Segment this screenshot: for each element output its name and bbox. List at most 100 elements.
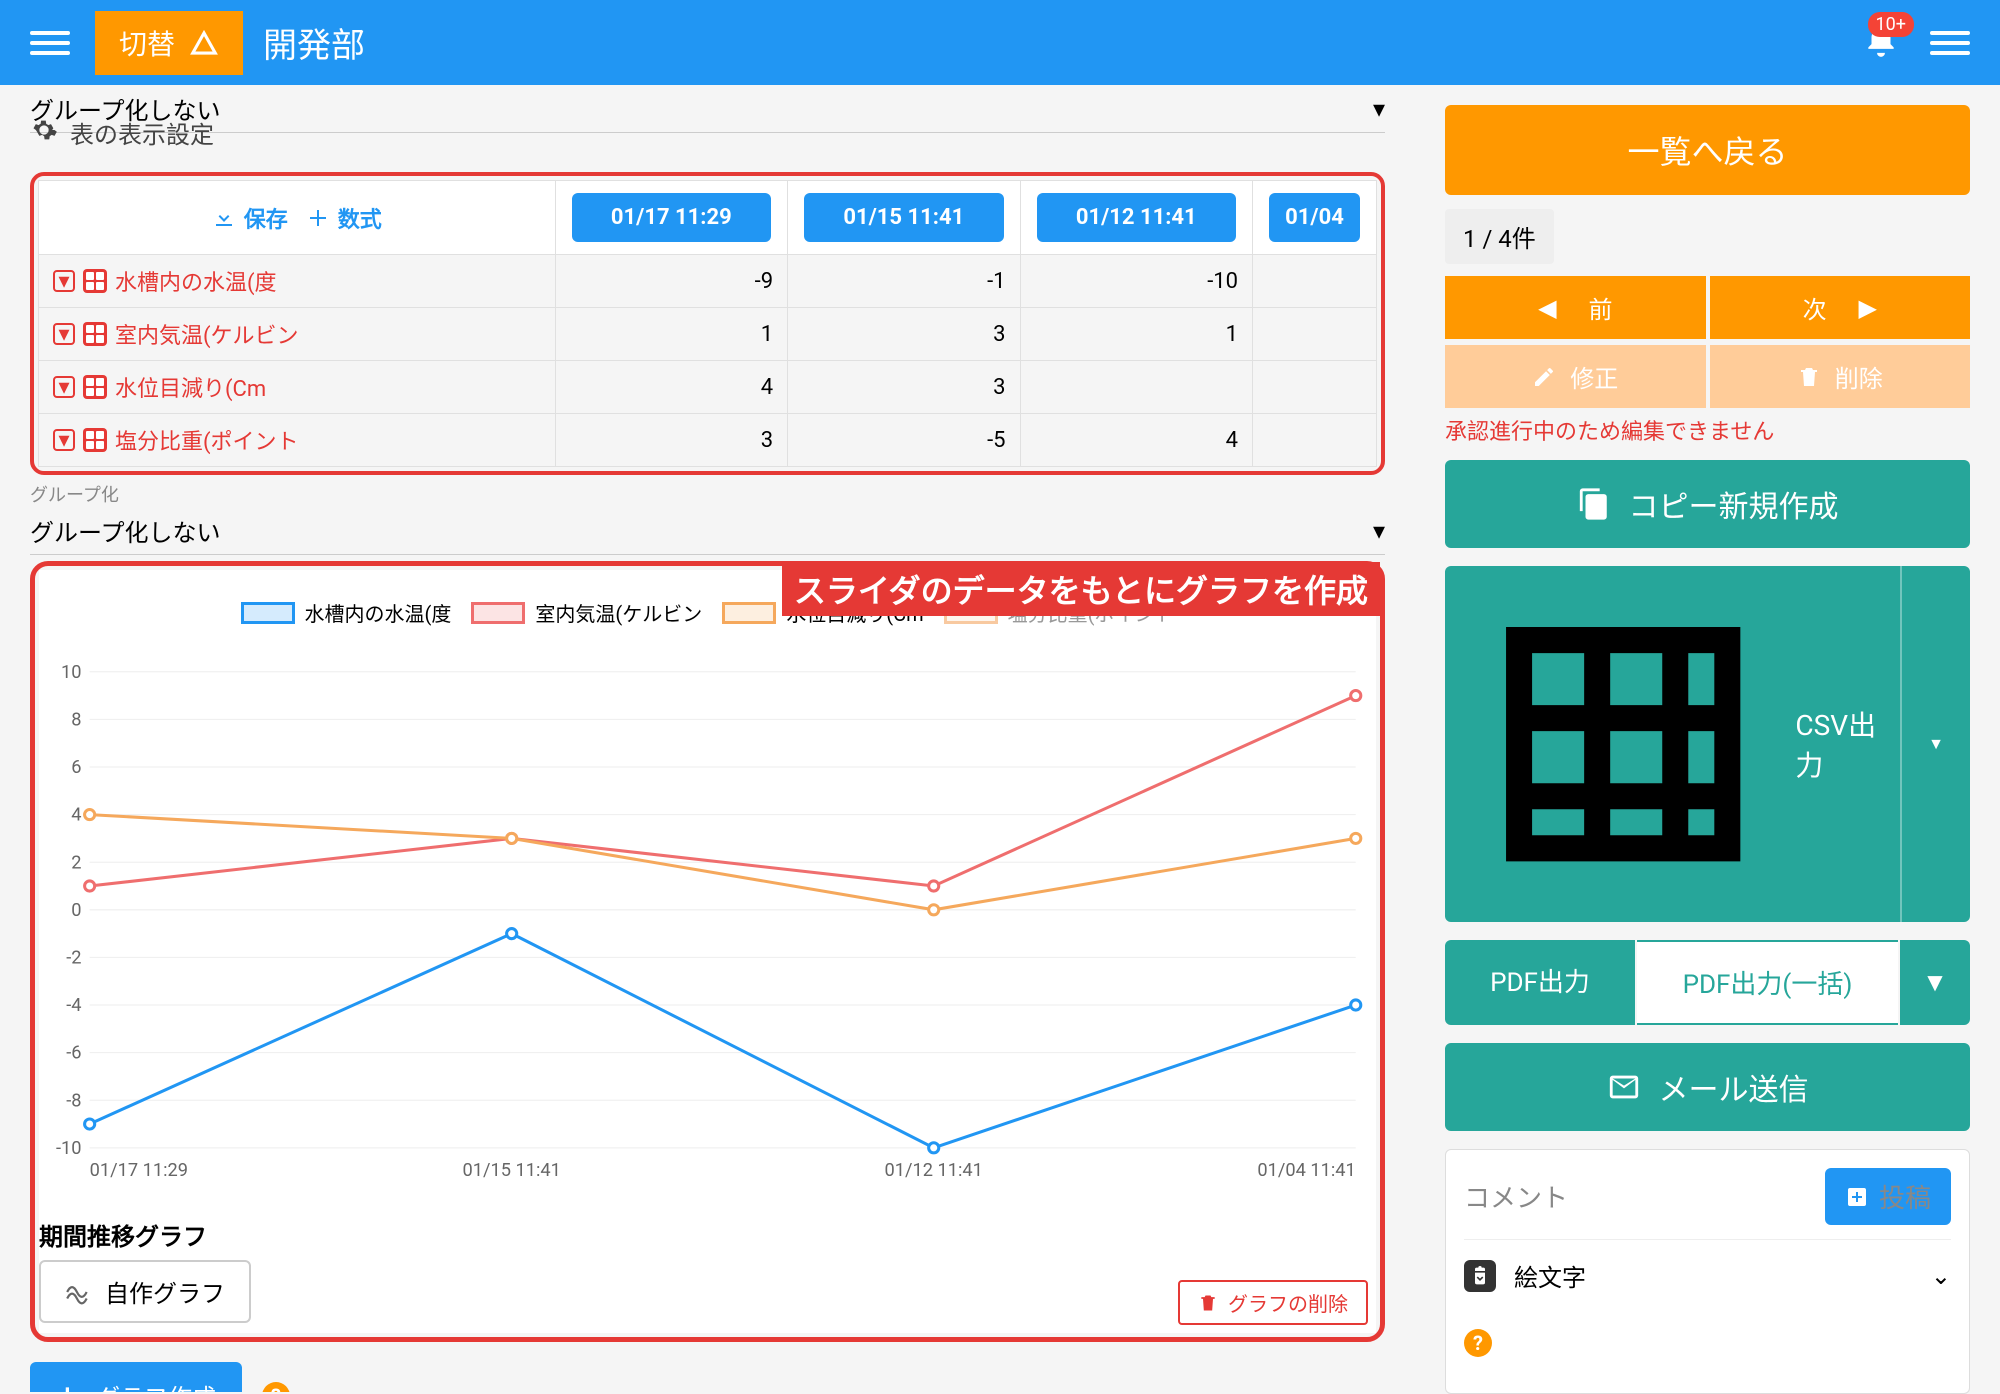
download-icon bbox=[212, 206, 236, 230]
delete-button[interactable]: 削除 bbox=[1710, 345, 1971, 408]
pdf-export-button[interactable]: PDF出力 bbox=[1445, 940, 1635, 1025]
back-to-list-button[interactable]: 一覧へ戻る bbox=[1445, 105, 1970, 195]
chevron-down-icon: ⌄ bbox=[1931, 1262, 1951, 1290]
svg-text:8: 8 bbox=[71, 709, 81, 730]
table-cell[interactable]: 4 bbox=[555, 361, 787, 414]
csv-dropdown[interactable]: ▼ bbox=[1900, 566, 1970, 922]
group-label: グループ化 bbox=[30, 481, 1385, 507]
next-button[interactable]: 次 ▶ bbox=[1710, 276, 1971, 339]
row-label: ▾水位目減り(Cm bbox=[53, 371, 541, 403]
create-graph-button[interactable]: グラフ作成 bbox=[30, 1362, 242, 1392]
table-cell[interactable]: 3 bbox=[788, 308, 1020, 361]
switch-button[interactable]: 切替 bbox=[95, 11, 243, 75]
custom-graph-button[interactable]: 自作グラフ bbox=[39, 1260, 251, 1323]
date-column-2[interactable]: 01/12 11:41 bbox=[1037, 193, 1236, 242]
data-table: 保存 数式 01/17 11:29 01/15 11:41 01/12 11:4… bbox=[38, 180, 1377, 467]
record-counter: 1 / 4件 bbox=[1445, 209, 1554, 264]
formula-button[interactable]: 数式 bbox=[306, 202, 382, 234]
grid-icon bbox=[83, 269, 107, 293]
caret-down-icon: ▼ bbox=[1928, 734, 1944, 754]
emoji-row[interactable]: 絵文字 ⌄ bbox=[1464, 1240, 1951, 1311]
post-comment-button[interactable]: 投稿 bbox=[1825, 1168, 1951, 1225]
svg-text:01/17 11:29: 01/17 11:29 bbox=[90, 1160, 188, 1181]
grid-icon bbox=[83, 428, 107, 452]
page-title: 開発部 bbox=[263, 18, 365, 67]
row-label: ▾室内気温(ケルビン bbox=[53, 318, 541, 350]
date-column-1[interactable]: 01/15 11:41 bbox=[804, 193, 1003, 242]
edit-button[interactable]: 修正 bbox=[1445, 345, 1706, 408]
approval-warning: 承認進行中のため編集できません bbox=[1445, 414, 1970, 446]
table-cell[interactable]: 1 bbox=[555, 308, 787, 361]
table-cell[interactable] bbox=[1253, 255, 1377, 308]
svg-text:-4: -4 bbox=[66, 995, 81, 1016]
table-cell[interactable]: 4 bbox=[1020, 414, 1252, 467]
row-dropdown-icon[interactable]: ▾ bbox=[53, 376, 75, 398]
row-dropdown-icon[interactable]: ▾ bbox=[53, 429, 75, 451]
triangle-icon bbox=[189, 28, 219, 58]
copy-new-button[interactable]: コピー新規作成 bbox=[1445, 460, 1970, 548]
bar-chart-icon bbox=[56, 1383, 82, 1393]
comment-panel: コメント 投稿 絵文字 ⌄ ? bbox=[1445, 1149, 1970, 1394]
line-chart: -10-8-6-4-2024681001/17 11:2901/15 11:41… bbox=[39, 645, 1376, 1205]
svg-text:01/04 11:41: 01/04 11:41 bbox=[1257, 1160, 1355, 1181]
pencil-icon bbox=[1532, 365, 1556, 389]
svg-text:-8: -8 bbox=[66, 1090, 81, 1111]
plus-icon bbox=[306, 206, 330, 230]
pdf-dropdown[interactable]: ▼ bbox=[1900, 940, 1970, 1025]
pdf-bulk-button[interactable]: PDF出力(一括) bbox=[1637, 940, 1898, 1025]
legend-item[interactable]: 室内気温(ケルビン bbox=[471, 598, 702, 627]
table-cell[interactable]: 3 bbox=[555, 414, 787, 467]
table-cell[interactable] bbox=[1020, 361, 1252, 414]
menu-right-icon[interactable] bbox=[1930, 23, 1970, 63]
table-cell[interactable] bbox=[1253, 308, 1377, 361]
prev-button[interactable]: ◀ 前 bbox=[1445, 276, 1706, 339]
chevron-down-icon: ▾ bbox=[1373, 517, 1385, 545]
chart-highlight: スライダのデータをもとにグラフを作成 水槽内の水温(度室内気温(ケルビン水位目減… bbox=[30, 561, 1385, 1342]
annotation-label: スライダのデータをもとにグラフを作成 bbox=[782, 562, 1380, 616]
row-dropdown-icon[interactable]: ▾ bbox=[53, 323, 75, 345]
svg-text:-10: -10 bbox=[56, 1138, 82, 1159]
svg-text:-6: -6 bbox=[66, 1043, 81, 1064]
table-settings[interactable]: 表の表示設定 bbox=[30, 115, 1385, 150]
menu-icon[interactable] bbox=[30, 23, 70, 63]
help-icon[interactable]: ? bbox=[1464, 1329, 1492, 1357]
mail-icon bbox=[1607, 1070, 1641, 1104]
copy-icon bbox=[1577, 487, 1611, 521]
grid-icon bbox=[83, 375, 107, 399]
svg-text:01/12 11:41: 01/12 11:41 bbox=[885, 1160, 983, 1181]
row-dropdown-icon[interactable]: ▾ bbox=[53, 270, 75, 292]
delete-graph-button[interactable]: グラフの削除 bbox=[1178, 1280, 1368, 1325]
group-select-bottom[interactable]: グループ化しない ▾ bbox=[30, 507, 1385, 555]
notifications-button[interactable]: 10+ bbox=[1862, 22, 1900, 64]
table-cell[interactable]: -10 bbox=[1020, 255, 1252, 308]
svg-text:10: 10 bbox=[61, 662, 81, 683]
table-cell[interactable]: -5 bbox=[788, 414, 1020, 467]
csv-export-button[interactable]: CSV出力 bbox=[1445, 566, 1900, 922]
svg-text:01/15 11:41: 01/15 11:41 bbox=[462, 1160, 560, 1181]
table-cell[interactable]: -1 bbox=[788, 255, 1020, 308]
data-table-highlight: 保存 数式 01/17 11:29 01/15 11:41 01/12 11:4… bbox=[30, 172, 1385, 475]
caret-down-icon: ▼ bbox=[1922, 967, 1948, 998]
table-cell[interactable]: 3 bbox=[788, 361, 1020, 414]
grid-icon bbox=[83, 322, 107, 346]
row-label: ▾塩分比重(ポイント bbox=[53, 424, 541, 456]
trash-icon bbox=[1198, 1293, 1218, 1313]
save-button[interactable]: 保存 bbox=[212, 202, 288, 234]
date-column-3[interactable]: 01/04 bbox=[1269, 193, 1360, 242]
table-cell[interactable]: 1 bbox=[1020, 308, 1252, 361]
mail-send-button[interactable]: メール送信 bbox=[1445, 1043, 1970, 1131]
table-cell[interactable] bbox=[1253, 361, 1377, 414]
svg-text:6: 6 bbox=[71, 757, 81, 778]
svg-text:2: 2 bbox=[71, 852, 81, 873]
svg-text:0: 0 bbox=[71, 900, 81, 921]
emoji-label: 絵文字 bbox=[1514, 1258, 1586, 1293]
help-icon[interactable]: ? bbox=[262, 1382, 290, 1393]
trash-icon bbox=[1797, 365, 1821, 389]
date-column-0[interactable]: 01/17 11:29 bbox=[572, 193, 771, 242]
legend-item[interactable]: 水槽内の水温(度 bbox=[241, 598, 452, 627]
table-cell[interactable]: -9 bbox=[555, 255, 787, 308]
svg-text:-2: -2 bbox=[66, 947, 81, 968]
table-cell[interactable] bbox=[1253, 414, 1377, 467]
top-bar: 切替 開発部 10+ bbox=[0, 0, 2000, 85]
row-label: ▾水槽内の水温(度 bbox=[53, 265, 541, 297]
